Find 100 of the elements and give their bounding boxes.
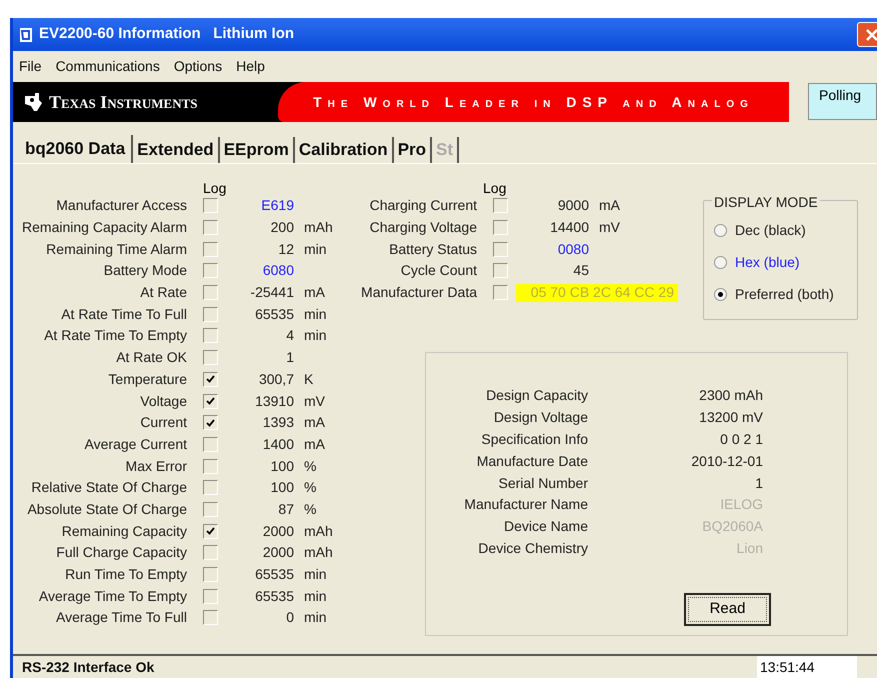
menu-item[interactable]: Options — [174, 56, 222, 77]
log-checkbox[interactable] — [203, 480, 218, 496]
log-header: Log — [203, 179, 226, 195]
field-value: 65535 — [254, 565, 294, 584]
field-label: Cycle Count — [400, 261, 477, 280]
radio-button[interactable] — [714, 224, 727, 236]
field-value: 65535 — [254, 586, 294, 606]
log-checkbox[interactable] — [203, 610, 218, 626]
field-label: Charging Current — [368, 196, 477, 216]
log-checkbox[interactable] — [493, 263, 508, 278]
tab[interactable]: Calibration — [294, 137, 394, 163]
field-label: At Rate Time To Full — [60, 304, 187, 324]
unit-label: % — [304, 456, 318, 476]
field-value: 2000 — [262, 522, 294, 541]
info-label: Manufacture Date — [476, 452, 588, 471]
log-checkbox[interactable] — [203, 263, 218, 278]
menu-item[interactable]: Communications — [56, 56, 160, 77]
field-value: 4 — [285, 326, 294, 346]
unit-label: mA — [304, 413, 326, 432]
info-value: BQ2060A — [701, 517, 763, 536]
field-label: Temperature — [107, 370, 187, 389]
field-value: 0080 — [556, 240, 589, 259]
radio-button[interactable] — [714, 288, 727, 300]
field-label: Relative State Of Charge — [30, 478, 187, 498]
field-value: 100 — [270, 456, 294, 476]
log-checkbox[interactable] — [203, 436, 218, 452]
log-checkbox[interactable] — [203, 306, 218, 322]
log-checkbox[interactable] — [203, 545, 218, 560]
log-checkbox[interactable] — [203, 458, 218, 474]
tab[interactable]: EEprom — [220, 137, 295, 163]
checkmark-icon — [206, 397, 215, 406]
field-label: Average Time To Empty — [38, 586, 187, 606]
field-label: Manufacturer Data — [360, 283, 477, 302]
log-checkbox[interactable] — [203, 502, 218, 517]
unit-label: mA — [304, 283, 326, 302]
unit-label: min — [304, 326, 328, 346]
field-value: 300,7 — [258, 370, 294, 389]
unit-label: mAh — [304, 522, 334, 541]
field-label: Average Current — [84, 434, 187, 454]
log-checkbox[interactable] — [203, 198, 218, 214]
log-checkbox[interactable] — [203, 242, 218, 257]
field-value: 12 — [277, 240, 294, 259]
tab[interactable]: Pro — [394, 137, 432, 163]
tab[interactable]: bq2060 Data — [19, 135, 134, 163]
checkmark-icon — [206, 375, 215, 384]
log-checkbox[interactable] — [493, 285, 508, 300]
checkmark-icon — [206, 418, 215, 427]
log-header: Log — [483, 179, 506, 195]
field-label: Full Charge Capacity — [55, 543, 187, 562]
field-value: 65535 — [254, 304, 294, 324]
menu-item[interactable]: File — [19, 56, 42, 77]
log-checkbox[interactable] — [203, 220, 218, 236]
unit-label: mV — [304, 392, 326, 411]
field-value: 1 — [285, 348, 294, 368]
field-value: 9000 — [556, 196, 589, 216]
unit-label: min — [304, 304, 328, 324]
field-label: At Rate OK — [115, 348, 187, 368]
unit-label: min — [304, 608, 328, 628]
field-value: E619 — [260, 196, 294, 216]
log-checkbox[interactable] — [203, 372, 218, 387]
log-checkbox[interactable] — [203, 394, 218, 409]
polling-indicator: Polling — [808, 83, 877, 120]
unit-label: mAh — [304, 543, 334, 562]
log-checkbox[interactable] — [203, 567, 218, 582]
unit-label: % — [304, 500, 318, 519]
status-message: RS-232 Interface Ok — [22, 658, 154, 676]
tab[interactable]: Extended — [133, 137, 220, 163]
field-value: 13910 — [254, 392, 294, 411]
field-label: Battery Mode — [102, 261, 187, 280]
field-value: 200 — [270, 218, 294, 238]
radio-button[interactable] — [714, 256, 727, 268]
log-checkbox[interactable] — [203, 328, 218, 344]
info-label: Device Name — [502, 517, 588, 536]
unit-label: mA — [599, 196, 621, 216]
field-value: -25441 — [249, 283, 294, 302]
field-label: Remaining Capacity — [60, 522, 187, 541]
field-label: Remaining Time Alarm — [45, 240, 187, 259]
field-label: Remaining Capacity Alarm — [21, 218, 187, 238]
field-value: 87 — [277, 500, 294, 519]
status-time: 13:51:44 — [757, 656, 857, 678]
log-checkbox[interactable] — [203, 524, 218, 539]
field-label: Max Error — [124, 456, 187, 476]
field-label: Battery Status — [388, 240, 477, 259]
field-value: 1400 — [262, 434, 294, 454]
info-label: Design Voltage — [492, 408, 588, 428]
menu-item[interactable]: Help — [236, 56, 265, 77]
log-checkbox[interactable] — [493, 220, 508, 236]
field-value: 45 — [572, 261, 589, 280]
read-button[interactable]: Read — [684, 593, 771, 626]
log-checkbox[interactable] — [203, 350, 218, 366]
log-checkbox[interactable] — [203, 588, 218, 604]
log-checkbox[interactable] — [203, 285, 218, 300]
brand-logo-text: Texas Instruments — [49, 90, 198, 114]
log-checkbox[interactable] — [203, 415, 218, 430]
info-value: IELOG — [719, 495, 763, 514]
log-checkbox[interactable] — [493, 198, 508, 214]
log-checkbox[interactable] — [493, 242, 508, 257]
info-label: Serial Number — [498, 474, 588, 493]
checkmark-icon — [206, 527, 215, 536]
unit-label: mA — [304, 434, 326, 454]
